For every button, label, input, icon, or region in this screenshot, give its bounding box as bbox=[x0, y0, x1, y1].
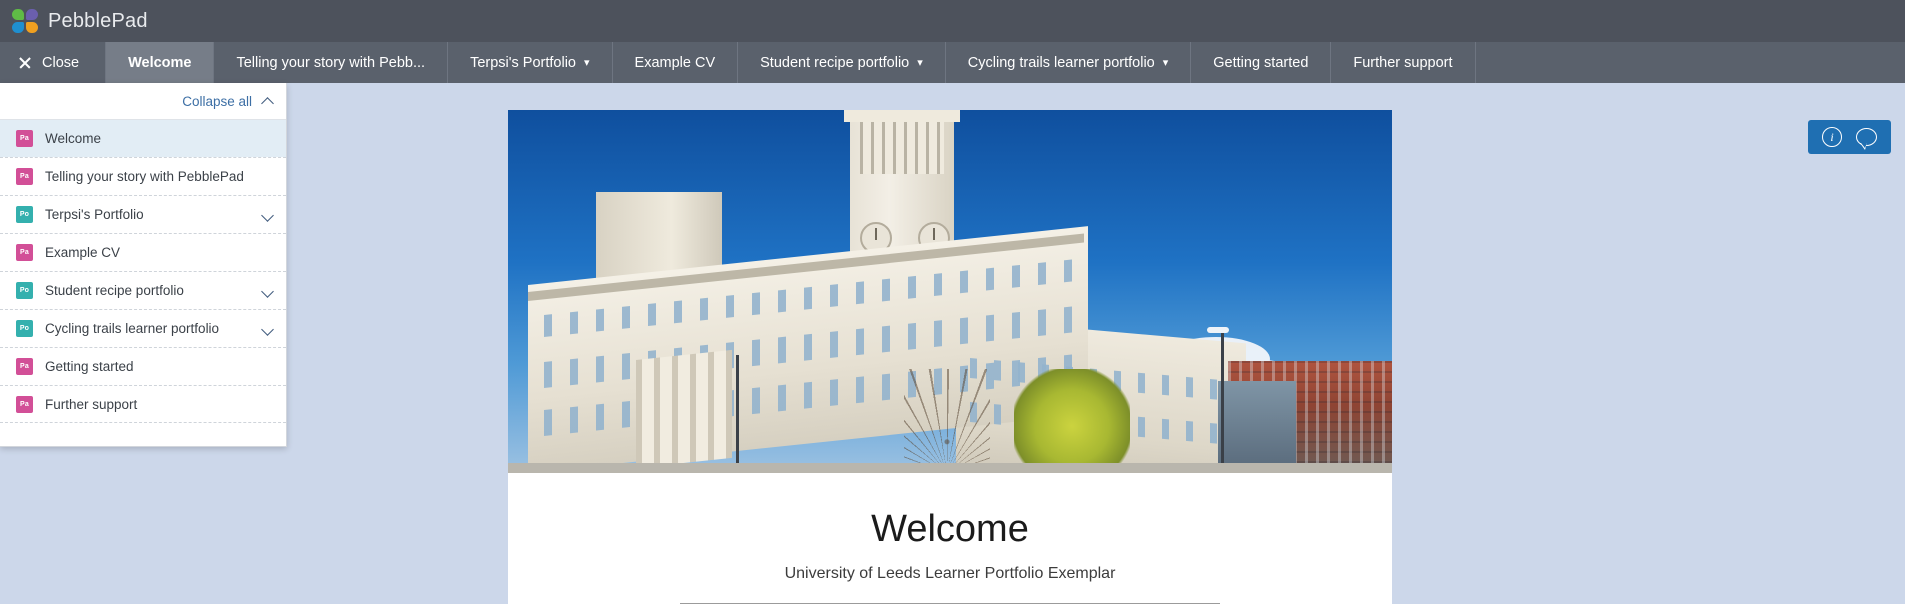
asset-badge-po-icon: Po bbox=[16, 206, 33, 223]
close-button[interactable]: Close bbox=[0, 42, 107, 83]
tab-label: Student recipe portfolio bbox=[760, 54, 910, 71]
collapse-all-label[interactable]: Collapse all bbox=[182, 94, 252, 109]
tab-bar: Close Welcome Telling your story with Pe… bbox=[0, 42, 1905, 83]
viewer-actions: i bbox=[1808, 120, 1891, 154]
nav-item-label: Telling your story with PebblePad bbox=[45, 169, 244, 184]
chevron-down-icon: ▾ bbox=[584, 57, 590, 69]
tab-label: Terpsi's Portfolio bbox=[470, 54, 576, 71]
tab-example-cv[interactable]: Example CV bbox=[613, 42, 739, 83]
nav-item-label: Cycling trails learner portfolio bbox=[45, 321, 220, 336]
logo-petal-purple bbox=[26, 9, 38, 20]
pebblepad-logo-icon[interactable] bbox=[12, 9, 38, 33]
tab-label: Getting started bbox=[1213, 54, 1309, 71]
asset-badge-po-icon: Po bbox=[16, 282, 33, 299]
nav-item-label: Terpsi's Portfolio bbox=[45, 207, 144, 222]
asset-badge-pa-icon: Pa bbox=[16, 395, 33, 413]
close-button-label: Close bbox=[42, 54, 80, 71]
logo-petal-green bbox=[12, 9, 24, 20]
banner-image bbox=[508, 110, 1392, 473]
chevron-up-icon[interactable] bbox=[262, 95, 274, 107]
chevron-down-icon[interactable] bbox=[262, 285, 274, 297]
nav-item-label: Student recipe portfolio bbox=[45, 283, 184, 298]
building-columns bbox=[636, 349, 732, 468]
nav-item-label: Further support bbox=[45, 396, 138, 412]
nav-item-cycling-trails-learner-portfolio[interactable]: Po Cycling trails learner portfolio bbox=[0, 309, 286, 347]
tab-further-support[interactable]: Further support bbox=[1331, 42, 1476, 83]
tab-telling-your-story[interactable]: Telling your story with Pebb... bbox=[214, 42, 449, 83]
brand-bar: PebblePad bbox=[0, 0, 1905, 42]
page-subtitle: University of Leeds Learner Portfolio Ex… bbox=[784, 564, 1116, 582]
bare-tree bbox=[904, 369, 990, 473]
chevron-down-icon: ▾ bbox=[917, 57, 923, 69]
tab-student-recipe-portfolio[interactable]: Student recipe portfolio ▾ bbox=[738, 42, 946, 83]
tab-label: Further support bbox=[1353, 54, 1453, 71]
navigation-list: Pa Welcome Pa Telling your story with Pe… bbox=[0, 119, 286, 423]
nav-item-example-cv[interactable]: Pa Example CV bbox=[0, 233, 286, 271]
tab-label: Cycling trails learner portfolio bbox=[967, 54, 1155, 71]
nav-item-student-recipe-portfolio[interactable]: Po Student recipe portfolio bbox=[0, 271, 286, 309]
comment-bubble-icon[interactable] bbox=[1856, 128, 1877, 150]
asset-badge-pa-icon: Pa bbox=[16, 358, 33, 375]
tab-label: Example CV bbox=[634, 54, 716, 71]
logo-petal-orange bbox=[26, 22, 38, 33]
nav-item-further-support[interactable]: Pa Further support bbox=[0, 385, 286, 423]
ground-strip bbox=[508, 463, 1392, 473]
asset-badge-pa-icon: Pa bbox=[16, 130, 33, 147]
chevron-down-icon: ▾ bbox=[1162, 57, 1169, 69]
nav-item-telling-your-story-with-pebblepad[interactable]: Pa Telling your story with PebblePad bbox=[0, 157, 286, 195]
tab-terpsis-portfolio[interactable]: Terpsi's Portfolio ▾ bbox=[448, 42, 613, 83]
green-tree bbox=[1014, 369, 1130, 473]
nav-item-welcome[interactable]: Pa Welcome bbox=[0, 119, 286, 157]
asset-badge-pa-icon: Pa bbox=[16, 168, 33, 185]
chevron-down-icon[interactable] bbox=[262, 323, 274, 335]
asset-badge-pa-icon: Pa bbox=[16, 244, 33, 261]
tab-welcome[interactable]: Welcome bbox=[106, 42, 215, 83]
asset-badge-po-icon: Po bbox=[16, 320, 33, 337]
brand-name: PebblePad bbox=[48, 9, 148, 32]
nav-item-label: Example CV bbox=[45, 245, 121, 260]
street-lamp bbox=[1221, 327, 1224, 473]
tower-louvre bbox=[860, 122, 944, 174]
tab-cycling-trails-learner-portfolio[interactable]: Cycling trails learner portfolio ▾ bbox=[946, 42, 1192, 83]
tower-cap bbox=[844, 110, 960, 122]
nav-item-label: Getting started bbox=[45, 359, 134, 374]
close-x-icon bbox=[18, 56, 32, 70]
nav-item-getting-started[interactable]: Pa Getting started bbox=[0, 347, 286, 385]
pebblepad-viewer: PebblePad Close Welcome Telling your sto… bbox=[0, 0, 1905, 604]
tab-label: Telling your story with Pebb... bbox=[236, 54, 426, 71]
collapse-all-row[interactable]: Collapse all bbox=[0, 83, 286, 119]
navigation-dropdown-panel: Collapse all Pa Welcome Pa Telling your … bbox=[0, 83, 287, 447]
chevron-down-icon[interactable] bbox=[262, 209, 274, 221]
street-lamp-secondary bbox=[736, 355, 739, 473]
street-lamp-head bbox=[1207, 327, 1229, 333]
page-title: Welcome bbox=[871, 508, 1029, 550]
nav-item-label: Welcome bbox=[45, 131, 102, 146]
document-header: Welcome University of Leeds Learner Port… bbox=[508, 473, 1392, 604]
tab-getting-started[interactable]: Getting started bbox=[1191, 42, 1332, 83]
document-card: Welcome University of Leeds Learner Port… bbox=[508, 110, 1392, 604]
logo-petal-blue bbox=[12, 22, 24, 33]
tab-label: Welcome bbox=[128, 54, 192, 71]
nav-item-terpsis-portfolio[interactable]: Po Terpsi's Portfolio bbox=[0, 195, 286, 233]
city-building-grey bbox=[1218, 381, 1296, 473]
info-circle-icon[interactable]: i bbox=[1822, 127, 1842, 147]
